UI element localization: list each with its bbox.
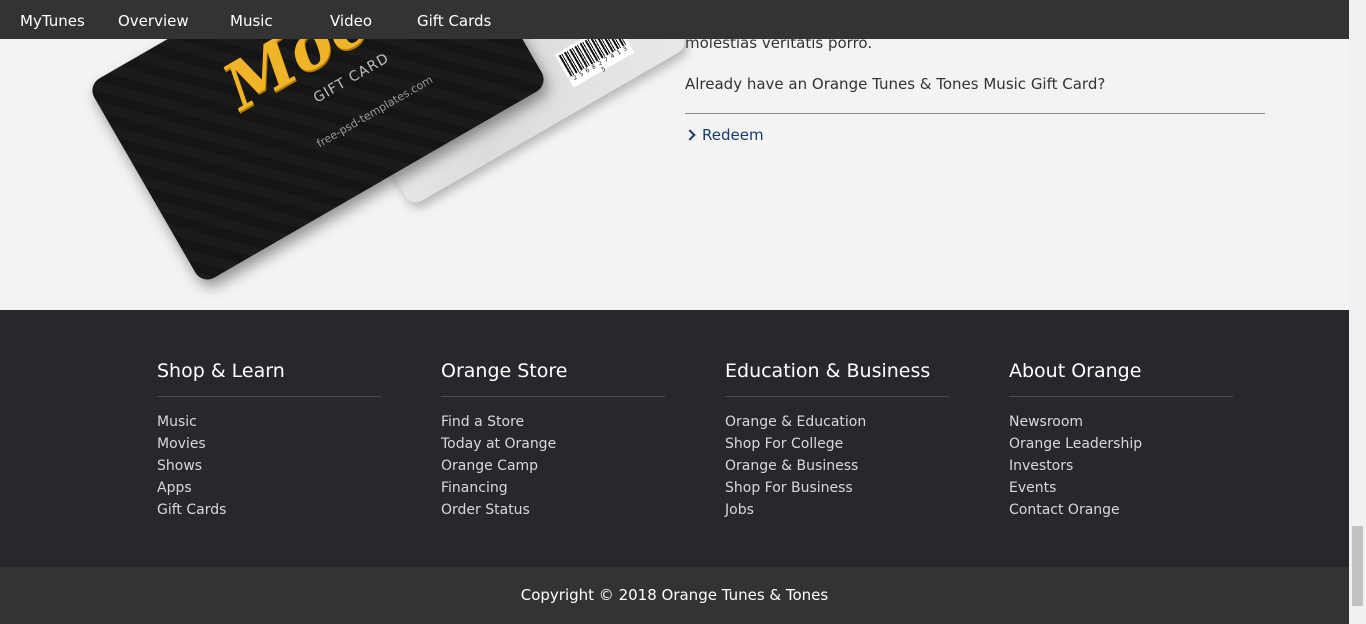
- footer-link-orange-camp[interactable]: Orange Camp: [441, 458, 538, 474]
- footer-link-apps[interactable]: Apps: [157, 480, 192, 496]
- footer-column-title: Shop & Learn: [157, 358, 381, 397]
- footer-link-music[interactable]: Music: [157, 414, 197, 430]
- redeem-link[interactable]: Redeem: [684, 126, 764, 144]
- footer-link-newsroom[interactable]: Newsroom: [1009, 414, 1083, 430]
- footer-link-list: Find a Store Today at Orange Orange Camp…: [441, 411, 665, 521]
- footer-link-gift-cards[interactable]: Gift Cards: [157, 502, 226, 518]
- gift-card-question: Already have an Orange Tunes & Tones Mus…: [685, 75, 1106, 93]
- gift-card-info: molestias veritatis porro. Already have …: [684, 33, 1265, 144]
- footer-link-investors[interactable]: Investors: [1009, 458, 1073, 474]
- footer-column-shop-learn: Shop & Learn Music Movies Shows Apps Gif…: [157, 358, 381, 521]
- footer-link-jobs[interactable]: Jobs: [725, 502, 754, 518]
- footer-column-title: Orange Store: [441, 358, 665, 397]
- footer-link-today-at-orange[interactable]: Today at Orange: [441, 436, 556, 452]
- footer-link-shop-business[interactable]: Shop For Business: [725, 480, 853, 496]
- redeem-label: Redeem: [702, 126, 764, 144]
- footer-column-title: About Orange: [1009, 358, 1233, 397]
- footer-link-leadership[interactable]: Orange Leadership: [1009, 436, 1142, 452]
- footer-link-shop-college[interactable]: Shop For College: [725, 436, 843, 452]
- footer-link-movies[interactable]: Movies: [157, 436, 206, 452]
- footer-link-list: Music Movies Shows Apps Gift Cards: [157, 411, 381, 521]
- nav-item-overview[interactable]: Overview: [118, 11, 189, 31]
- gift-card-hero: 00 2 5 6 8 2 7 4 1 3 5 Mockup GIFT CARD …: [0, 0, 1349, 310]
- copyright-bar: Copyright © 2018 Orange Tunes & Tones: [0, 567, 1349, 624]
- scrollbar-thumb[interactable]: [1352, 526, 1363, 606]
- footer-link-orange-education[interactable]: Orange & Education: [725, 414, 866, 430]
- top-navigation: MyTunes Overview Music Video Gift Cards: [0, 0, 1349, 39]
- footer-link-list: Newsroom Orange Leadership Investors Eve…: [1009, 411, 1233, 521]
- chevron-right-icon: [684, 129, 696, 141]
- footer-column-education-business: Education & Business Orange & Education …: [725, 358, 949, 521]
- footer-column-orange-store: Orange Store Find a Store Today at Orang…: [441, 358, 665, 521]
- footer-link-contact[interactable]: Contact Orange: [1009, 502, 1120, 518]
- footer-link-list: Orange & Education Shop For College Oran…: [725, 411, 949, 521]
- footer-link-order-status[interactable]: Order Status: [441, 502, 530, 518]
- nav-brand[interactable]: MyTunes: [20, 11, 85, 31]
- footer-link-orange-business[interactable]: Orange & Business: [725, 458, 858, 474]
- vertical-scrollbar[interactable]: [1349, 0, 1366, 624]
- divider: [685, 113, 1265, 114]
- site-footer: Shop & Learn Music Movies Shows Apps Gif…: [0, 310, 1349, 567]
- nav-item-gift-cards[interactable]: Gift Cards: [417, 11, 491, 31]
- footer-link-financing[interactable]: Financing: [441, 480, 508, 496]
- footer-link-events[interactable]: Events: [1009, 480, 1056, 496]
- footer-link-shows[interactable]: Shows: [157, 458, 202, 474]
- nav-item-video[interactable]: Video: [330, 11, 372, 31]
- nav-item-music[interactable]: Music: [230, 11, 273, 31]
- footer-column-title: Education & Business: [725, 358, 949, 397]
- footer-link-find-store[interactable]: Find a Store: [441, 414, 524, 430]
- footer-column-about-orange: About Orange Newsroom Orange Leadership …: [1009, 358, 1233, 521]
